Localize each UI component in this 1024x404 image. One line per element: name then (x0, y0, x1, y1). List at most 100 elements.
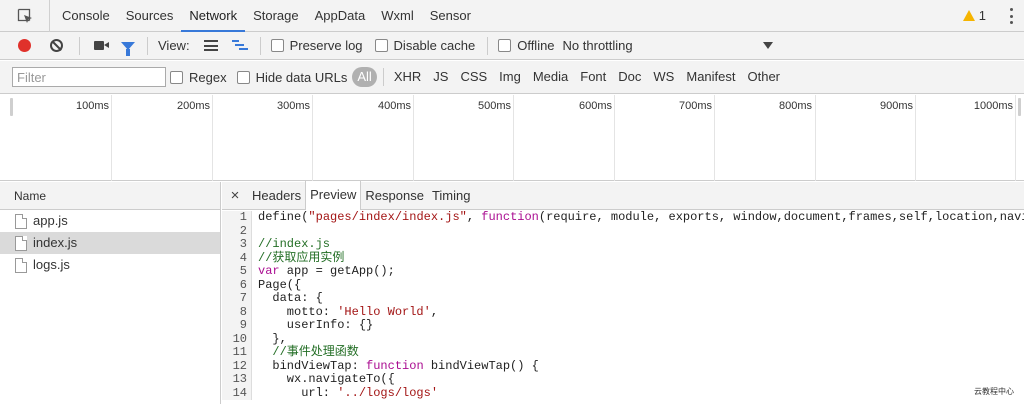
type-filter-font[interactable]: Font (574, 67, 612, 87)
line-number: 7 (222, 291, 252, 306)
regex-checkbox[interactable]: Regex (170, 70, 227, 85)
timeline-tick: 700ms (678, 100, 712, 112)
code-line: 8 motto: 'Hello World', (222, 305, 1024, 319)
code-text: wx.navigateTo({ (258, 372, 395, 386)
checkbox-box[interactable] (498, 39, 512, 52)
warnings-count: 1 (978, 8, 986, 23)
throttling-select[interactable]: No throttling (563, 38, 633, 53)
filter-input[interactable] (12, 67, 166, 87)
tab-appdata[interactable]: AppData (307, 0, 374, 32)
type-filter-css[interactable]: CSS (454, 67, 493, 87)
record-icon[interactable] (18, 39, 31, 52)
warnings-counter[interactable]: 1 (962, 8, 986, 23)
code-line: 7 data: { (222, 291, 1024, 306)
tab-response[interactable]: Response (361, 182, 428, 210)
type-filter-xhr[interactable]: XHR (388, 67, 427, 87)
line-number: 13 (222, 372, 252, 387)
capture-screenshots-icon[interactable] (94, 41, 109, 50)
timeline-tick: 600ms (578, 100, 612, 112)
divider (79, 36, 80, 55)
filter-bar: Regex Hide data URLs All XHR JS CSS Img … (0, 61, 1024, 94)
offline-label: Offline (517, 38, 555, 53)
name-column-header[interactable]: Name (0, 182, 220, 210)
code-text: //index.js (258, 237, 331, 251)
inspect-element-button[interactable] (0, 0, 50, 32)
chevron-down-icon[interactable] (762, 42, 773, 49)
requests-area: Name app.js index.js logs.js × Headers P… (0, 181, 1024, 404)
code-line: 10 }, (222, 331, 1024, 346)
watermark-text: 云教程中心 (964, 388, 1024, 404)
line-number: 6 (222, 278, 252, 292)
code-line: 14 url: '../logs/logs' (222, 385, 1024, 400)
request-detail-panel: × Headers Preview Response Timing 1 defin… (222, 181, 1024, 404)
list-item[interactable]: app.js (0, 210, 220, 232)
hide-data-urls-checkbox[interactable]: Hide data URLs (236, 70, 347, 85)
line-number: 1 (222, 211, 252, 225)
warning-icon (962, 10, 975, 21)
type-filter-doc[interactable]: Doc (612, 67, 647, 87)
offline-checkbox[interactable]: Offline (498, 38, 555, 53)
code-line: 4 //获取应用实例 (222, 250, 1024, 265)
checkbox-box[interactable] (170, 70, 183, 84)
preserve-log-checkbox[interactable]: Preserve log (270, 38, 363, 53)
line-number: 8 (222, 305, 252, 319)
code-text: data: { (258, 291, 323, 305)
tab-sensor[interactable]: Sensor (422, 0, 479, 32)
line-number: 11 (222, 345, 252, 360)
checkbox-box[interactable] (270, 39, 284, 52)
code-line: 9 userInfo: {} (222, 318, 1024, 333)
tab-preview[interactable]: Preview (305, 181, 362, 210)
tab-timing[interactable]: Timing (428, 182, 475, 210)
code-line: 3 //index.js (222, 237, 1024, 252)
more-options-icon[interactable] (1010, 8, 1014, 24)
divider (259, 36, 261, 55)
timeline-overview[interactable]: 100ms 200ms 300ms 400ms 500ms 600ms 700m… (0, 95, 1024, 181)
timeline-tick: 300ms (276, 100, 310, 112)
code-line: 13 wx.navigateTo({ (222, 372, 1024, 387)
tab-headers[interactable]: Headers (248, 182, 305, 210)
timeline-tick: 800ms (778, 100, 812, 112)
tab-network[interactable]: Network (181, 0, 246, 32)
tab-wxml[interactable]: Wxml (373, 0, 422, 32)
list-view-icon[interactable] (203, 40, 218, 51)
filter-icon[interactable] (121, 41, 135, 56)
timeline-tick: 100ms (75, 100, 109, 112)
line-number: 10 (222, 332, 252, 346)
waterfall-view-icon[interactable] (231, 40, 248, 51)
list-item[interactable]: index.js (0, 232, 220, 254)
code-text: url: '../logs/logs' (258, 385, 439, 400)
type-filter-media[interactable]: Media (527, 67, 574, 87)
tab-console[interactable]: Console (54, 0, 118, 32)
type-filter-all[interactable]: All (352, 67, 377, 87)
source-preview[interactable]: 1 define("pages/index/index.js", function… (222, 211, 1024, 404)
disable-cache-checkbox[interactable]: Disable cache (374, 38, 475, 53)
clear-icon[interactable] (50, 39, 63, 52)
tab-storage[interactable]: Storage (245, 0, 307, 32)
code-line: 2 (222, 224, 1024, 239)
type-filter-other[interactable]: Other (742, 67, 787, 87)
line-number: 4 (222, 251, 252, 265)
file-icon (15, 257, 27, 273)
tab-sources[interactable]: Sources (118, 0, 182, 32)
type-filter-img[interactable]: Img (493, 67, 527, 87)
checkbox-box[interactable] (236, 70, 250, 84)
code-text: //获取应用实例 (258, 250, 345, 265)
timeline-left-handle[interactable] (10, 98, 13, 116)
timeline-right-handle[interactable] (1018, 98, 1021, 116)
close-icon[interactable]: × (222, 187, 248, 204)
network-toolbar: View: Preserve log Disable cache Offline… (0, 32, 1024, 60)
code-line: 11 //事件处理函数 (222, 345, 1024, 360)
code-text: }, (258, 331, 287, 346)
view-label: View: (158, 38, 190, 53)
type-filter-manifest[interactable]: Manifest (680, 67, 741, 87)
type-filter-ws[interactable]: WS (647, 67, 680, 87)
code-text: define("pages/index/index.js", function(… (258, 211, 1024, 224)
list-item[interactable]: logs.js (0, 254, 220, 276)
code-text: Page({ (258, 277, 302, 292)
checkbox-box[interactable] (374, 39, 388, 52)
timeline-tick: 900ms (879, 100, 913, 112)
timeline-tick: 500ms (477, 100, 511, 112)
type-filter-js[interactable]: JS (427, 67, 454, 87)
inspect-cursor-icon (17, 8, 32, 23)
